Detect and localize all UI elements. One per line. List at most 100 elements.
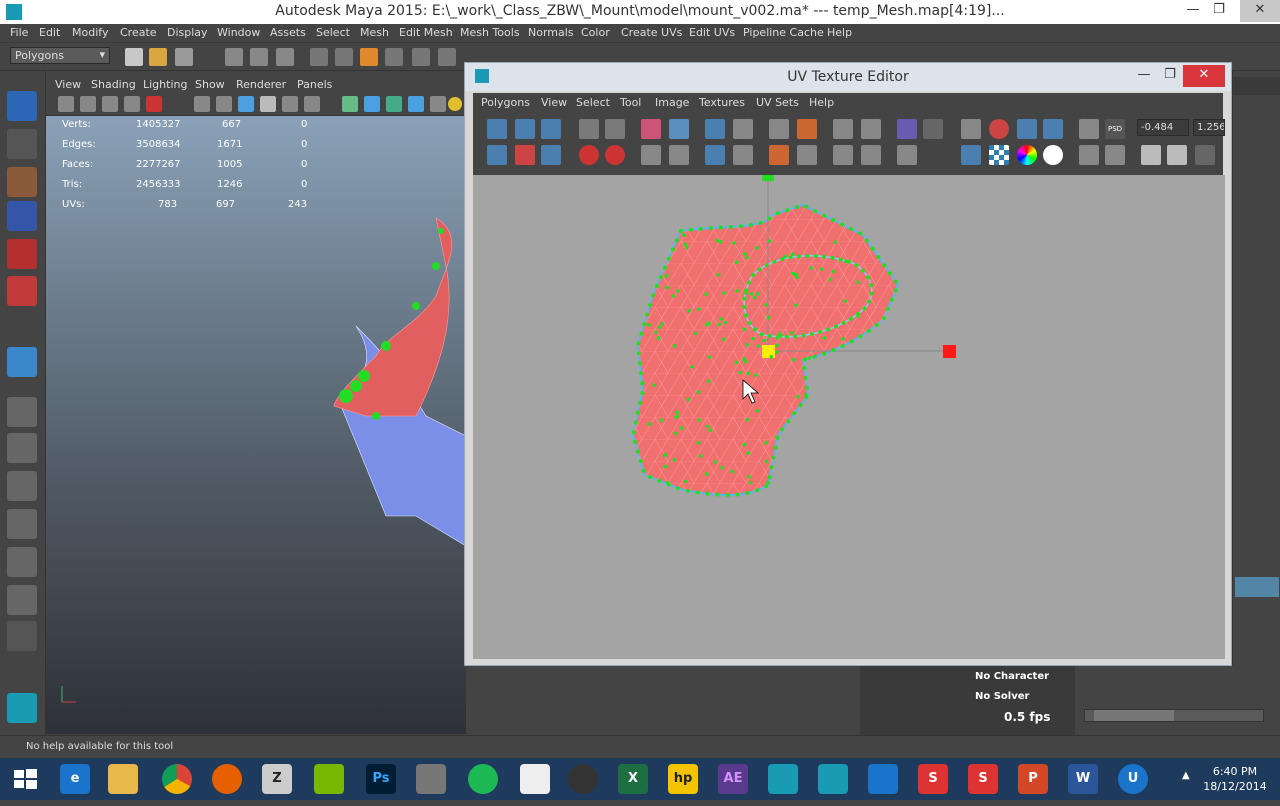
uv-close-button[interactable]: ✕ <box>1183 65 1225 87</box>
menu-display[interactable]: Display <box>167 26 208 39</box>
wire-on-shaded-icon[interactable] <box>386 96 402 112</box>
image-plane-icon[interactable] <box>124 96 140 112</box>
layout-outliner-icon[interactable] <box>7 471 37 501</box>
add-isolate-icon[interactable] <box>861 145 881 165</box>
flip-v-icon[interactable] <box>605 119 625 139</box>
camera-select-icon[interactable] <box>58 96 74 112</box>
bookmark-icon[interactable] <box>102 96 118 112</box>
paste-uv-icon[interactable] <box>1167 145 1187 165</box>
field-chart-icon[interactable] <box>282 96 298 112</box>
layout-hypershade-icon[interactable] <box>7 547 37 577</box>
chrome-icon[interactable] <box>162 764 192 794</box>
paste-options-icon[interactable] <box>1195 145 1215 165</box>
maya-taskbar-icon[interactable] <box>818 764 848 794</box>
texture-borders-icon[interactable] <box>1043 119 1063 139</box>
select-hierarchy-icon[interactable] <box>225 48 243 66</box>
paint-select-icon[interactable] <box>7 167 37 197</box>
grease-pencil-icon[interactable] <box>146 96 162 112</box>
flip-u-icon[interactable] <box>579 119 599 139</box>
distortion-icon[interactable] <box>961 145 981 165</box>
vp-menu-renderer[interactable]: Renderer <box>236 78 286 91</box>
relax-uv-icon[interactable] <box>733 145 753 165</box>
uv-menu-tool[interactable]: Tool <box>620 96 641 109</box>
unity-icon[interactable] <box>520 764 550 794</box>
textured-icon[interactable] <box>408 96 424 112</box>
uv-menu-textures[interactable]: Textures <box>699 96 745 109</box>
sew-uv-icon[interactable] <box>669 119 689 139</box>
menu-window[interactable]: Window <box>217 26 260 39</box>
snap-view-icon[interactable] <box>385 48 403 66</box>
filter-image-icon[interactable] <box>923 119 943 139</box>
substance-icon-2[interactable]: S <box>968 764 998 794</box>
open-scene-icon[interactable] <box>149 48 167 66</box>
uv-u-field[interactable]: -0.484 <box>1137 119 1189 136</box>
gate-mask-icon[interactable] <box>260 96 276 112</box>
snap-surface-icon[interactable] <box>412 48 430 66</box>
unfold-icon[interactable] <box>705 119 725 139</box>
select-object-icon[interactable] <box>250 48 268 66</box>
uv-menu-image[interactable]: Image <box>655 96 689 109</box>
manip-v-handle[interactable] <box>762 175 774 181</box>
psd-texture-icon[interactable] <box>1105 145 1125 165</box>
split-uv-icon[interactable] <box>641 145 661 165</box>
layout-custom-icon[interactable] <box>7 621 37 651</box>
unreal-icon[interactable]: U <box>1118 764 1148 794</box>
psd-network-icon[interactable]: PSD <box>1105 119 1125 139</box>
uv-menu-uv-sets[interactable]: UV Sets <box>756 96 799 109</box>
wireframe-icon[interactable] <box>342 96 358 112</box>
pixel-snap-icon[interactable] <box>989 119 1009 139</box>
bounding-box-icon[interactable] <box>861 119 881 139</box>
select-component-icon[interactable] <box>276 48 294 66</box>
vp-menu-show[interactable]: Show <box>195 78 225 91</box>
smooth-shade-icon[interactable] <box>364 96 380 112</box>
manip-center-handle[interactable] <box>762 345 775 358</box>
dim-image-icon[interactable] <box>897 145 917 165</box>
hp-icon[interactable]: hp <box>668 764 698 794</box>
uv-rotate-icon[interactable] <box>541 119 561 139</box>
camera-attr-icon[interactable] <box>80 96 96 112</box>
substance-designer-icon[interactable] <box>416 764 446 794</box>
excel-icon[interactable]: X <box>618 764 648 794</box>
menu-modify[interactable]: Modify <box>72 26 108 39</box>
display-image-icon[interactable] <box>897 119 917 139</box>
manip-u-handle[interactable] <box>943 345 956 358</box>
menu-pipeline-cache[interactable]: Pipeline Cache <box>743 26 824 39</box>
ie-icon[interactable]: e <box>60 764 90 794</box>
menu-select[interactable]: Select <box>316 26 350 39</box>
mudbox-icon[interactable] <box>768 764 798 794</box>
cut-uv-icon[interactable] <box>641 119 661 139</box>
snap-point-icon[interactable] <box>360 48 378 66</box>
menu-mesh-tools[interactable]: Mesh Tools <box>460 26 520 39</box>
uv-select-shell-icon[interactable] <box>487 119 507 139</box>
copy-uv-icon[interactable] <box>1141 145 1161 165</box>
solver-label[interactable]: No Solver <box>975 691 1029 702</box>
menu-mesh[interactable]: Mesh <box>360 26 389 39</box>
mode-selector[interactable]: Polygons <box>10 47 110 64</box>
align-max-v-icon[interactable] <box>797 145 817 165</box>
layout-uv-icon[interactable] <box>7 585 37 615</box>
grid-toggle-icon[interactable] <box>194 96 210 112</box>
vp-menu-lighting[interactable]: Lighting <box>143 78 187 91</box>
photoshop-icon[interactable]: Ps <box>366 764 396 794</box>
after-effects-icon[interactable]: AE <box>718 764 748 794</box>
scale-tool-icon[interactable] <box>7 276 37 306</box>
close-button[interactable]: ✕ <box>1240 0 1280 22</box>
history-icon[interactable] <box>438 48 456 66</box>
move-tool-icon[interactable] <box>7 201 37 231</box>
uv-maximize-button[interactable]: ❐ <box>1155 65 1185 87</box>
rotate-cw-icon[interactable] <box>605 145 625 165</box>
new-scene-icon[interactable] <box>125 48 143 66</box>
menu-create-uvs[interactable]: Create UVs <box>621 26 682 39</box>
uv-move-icon[interactable] <box>515 119 535 139</box>
snapshot-icon[interactable] <box>833 119 853 139</box>
update-psd-icon[interactable] <box>1079 145 1099 165</box>
checker-map-icon[interactable] <box>989 145 1009 165</box>
grid-uv-icon[interactable] <box>705 145 725 165</box>
powerpoint-icon[interactable]: P <box>1018 764 1048 794</box>
substance-painter-icon[interactable]: S <box>918 764 948 794</box>
firefox-icon[interactable] <box>212 764 242 794</box>
select-tool-icon[interactable] <box>7 91 37 121</box>
align-max-u-icon[interactable] <box>797 119 817 139</box>
rhino-icon[interactable] <box>868 764 898 794</box>
uv-menu-polygons[interactable]: Polygons <box>481 96 530 109</box>
